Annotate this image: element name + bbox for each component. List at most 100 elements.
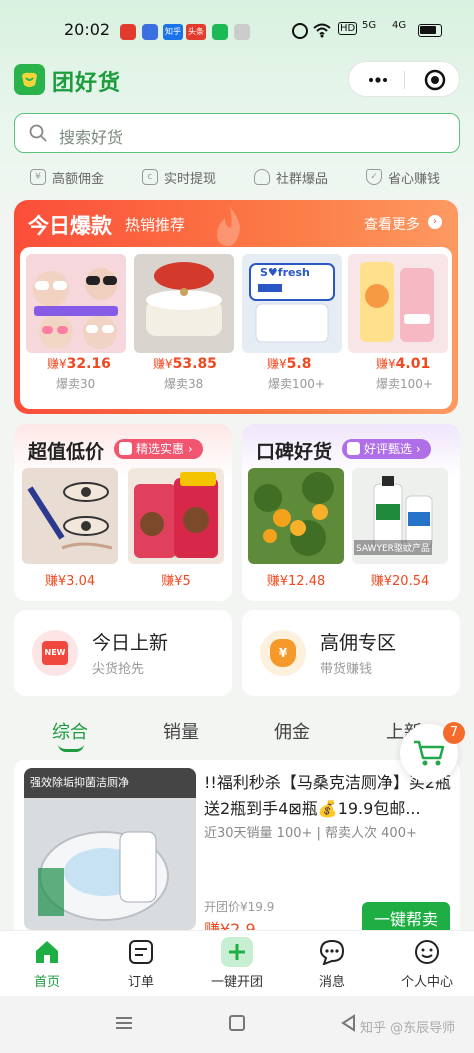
card-badge: 好评甄选 › <box>342 439 431 459</box>
search-placeholder: 搜索好货 <box>59 128 124 147</box>
card-badge: 精选实惠 › <box>114 439 203 459</box>
zhihu-badge: 知乎 <box>163 24 183 40</box>
banner-title: 高佣专区 <box>320 632 397 654</box>
battery-icon <box>418 24 442 37</box>
yen-icon: ¥ <box>30 169 46 185</box>
card-title: 口碑好货 <box>256 441 333 463</box>
notification-app-icon <box>120 24 136 40</box>
toutiao-badge: 头条 <box>186 24 206 40</box>
wifi-icon <box>313 23 331 38</box>
tab-sales[interactable]: 销量 <box>163 718 199 744</box>
tab-comprehensive[interactable]: 综合 <box>52 718 88 744</box>
notification-app-icon <box>212 24 228 40</box>
calendar-new-icon: NEW <box>32 630 78 676</box>
product-image-caption: SAWYER驱蚊产品 <box>354 540 432 555</box>
wallet-icon: c <box>142 169 158 185</box>
product-earn-price: 赚¥53.85 <box>153 356 217 372</box>
product-image-sunglasses-kids[interactable] <box>26 254 126 353</box>
back-icon[interactable] <box>340 1014 356 1032</box>
hot-today-section: 今日爆款 热销推荐 查看更多 › 赚¥32.16 爆卖30 赚¥53.85 爆卖… <box>14 200 458 414</box>
badge-thumb-icon <box>347 442 360 455</box>
group-price: 开团价¥19.9 <box>204 900 275 914</box>
product-earn-price: 赚¥32.16 <box>47 356 111 372</box>
more-dots-icon[interactable] <box>367 72 389 88</box>
product-image-toilet-cleaner[interactable]: 强效除垢抑菌洁厕净 <box>24 768 196 930</box>
product-earn-price: 赚¥12.48 <box>266 574 326 589</box>
new-arrivals-banner[interactable]: NEW 今日上新 尖货抢先 <box>14 610 232 696</box>
product-image-kids-toothpaste[interactable] <box>348 254 448 353</box>
card-title: 超值低价 <box>28 441 105 463</box>
nav-start-group[interactable]: 一键开团 <box>190 931 284 997</box>
product-brand-label: S♥fresh <box>260 266 310 279</box>
badge-lightning-icon <box>119 442 132 455</box>
more-notifications-icon <box>234 24 250 40</box>
product-stats: 近30天销量 100+ | 帮卖人次 400+ <box>204 826 417 841</box>
cart-icon <box>414 740 445 766</box>
product-image-caption: 强效除垢抑菌洁厕净 <box>30 776 129 789</box>
product-image-mosquito-repellent[interactable]: SAWYER驱蚊产品 <box>352 468 448 564</box>
cart-count-badge: 7 <box>443 722 465 744</box>
product-image-electric-pot[interactable] <box>134 254 234 353</box>
banner-subtitle: 带货赚钱 <box>320 662 373 677</box>
home-system-icon[interactable] <box>229 1015 245 1031</box>
product-image-wet-wipes[interactable]: S♥fresh <box>242 254 342 353</box>
product-earn-price: 赚¥20.54 <box>370 574 430 589</box>
chevron-right-icon[interactable]: › <box>428 215 442 229</box>
status-bar: 20:02 知乎 头条 HD 5G 4G <box>0 0 474 62</box>
product-image-eyeliner[interactable] <box>22 468 118 564</box>
product-list-item[interactable]: 强效除垢抑菌洁厕净 !!福利秒杀【马桑克洁厕净】买2瓶送2瓶到手4⊠瓶💰19.9… <box>14 760 460 939</box>
watermark: 知乎 @东辰导师 <box>360 1021 456 1036</box>
active-tab-indicator <box>58 744 84 752</box>
flame-icon <box>254 169 270 185</box>
hot-products-panel: 赚¥32.16 爆卖30 赚¥53.85 爆卖38 S♥fresh 赚¥5.8 … <box>20 247 452 409</box>
close-miniprogram-icon[interactable] <box>424 69 446 91</box>
status-time: 20:02 <box>64 20 111 39</box>
banner-title: 今日上新 <box>92 632 169 654</box>
capsule-divider <box>404 71 405 89</box>
product-earn-price: 赚¥3.04 <box>44 574 96 589</box>
hot-subtitle: 热销推荐 <box>125 216 186 234</box>
miniprogram-capsule <box>348 61 460 97</box>
product-earn-price: 赚¥4.01 <box>376 356 431 372</box>
product-image-oranges[interactable] <box>248 468 344 564</box>
nav-orders[interactable]: 订单 <box>94 931 188 997</box>
money-bag-icon: ¥ <box>260 630 306 676</box>
hd-indicator: HD <box>338 22 358 35</box>
flame-decoration-icon <box>209 204 249 248</box>
product-earn-price: 赚¥5 <box>161 574 191 589</box>
5g-indicator: 5G <box>362 20 377 31</box>
shield-icon: ✓ <box>366 169 382 185</box>
app-title: 团好货 <box>52 71 122 96</box>
4g-indicator: 4G <box>392 20 407 31</box>
search-bar[interactable]: 搜索好货 <box>14 113 460 153</box>
banner-subtitle: 尖货抢先 <box>92 662 145 677</box>
alarm-icon <box>292 23 308 39</box>
bottom-navigation: 首页 订单 一键开团 消息 个人中心 <box>0 930 474 996</box>
product-sold-count: 爆卖100+ <box>268 377 325 391</box>
nav-profile[interactable]: 个人中心 <box>380 931 474 997</box>
value-low-price-card[interactable]: 超值低价 精选实惠 › 赚¥3.04 赚¥5 <box>14 424 232 601</box>
product-image-snack-bags[interactable] <box>128 468 224 564</box>
nav-home[interactable]: 首页 <box>0 931 94 997</box>
high-commission-banner[interactable]: ¥ 高佣专区 带货赚钱 <box>242 610 460 696</box>
product-earn-price: 赚¥5.8 <box>267 356 312 372</box>
feature-easy-earn: ✓ 省心赚钱 <box>366 167 440 187</box>
product-sold-count: 爆卖100+ <box>376 377 433 391</box>
view-more-link[interactable]: 查看更多 <box>364 214 420 234</box>
message-icon <box>319 939 345 965</box>
profile-icon <box>415 940 439 964</box>
plus-icon <box>221 937 253 967</box>
app-logo-icon <box>14 64 45 95</box>
nav-messages[interactable]: 消息 <box>285 931 379 997</box>
product-sold-count: 爆卖30 <box>56 377 96 391</box>
recents-icon[interactable] <box>115 1015 133 1031</box>
feature-instant-withdraw: c 实时提现 <box>142 167 216 187</box>
feature-community-hot: 社群爆品 <box>254 167 328 187</box>
tab-commission[interactable]: 佣金 <box>274 718 310 744</box>
notification-app-icon <box>142 24 158 40</box>
order-icon <box>129 940 153 964</box>
praise-goods-card[interactable]: 口碑好货 好评甄选 › SAWYER驱蚊产品 赚¥12.48 赚¥20.54 <box>242 424 460 601</box>
hot-title: 今日爆款 <box>28 214 112 238</box>
search-icon <box>29 124 47 142</box>
feature-high-commission: ¥ 高额佣金 <box>30 167 104 187</box>
